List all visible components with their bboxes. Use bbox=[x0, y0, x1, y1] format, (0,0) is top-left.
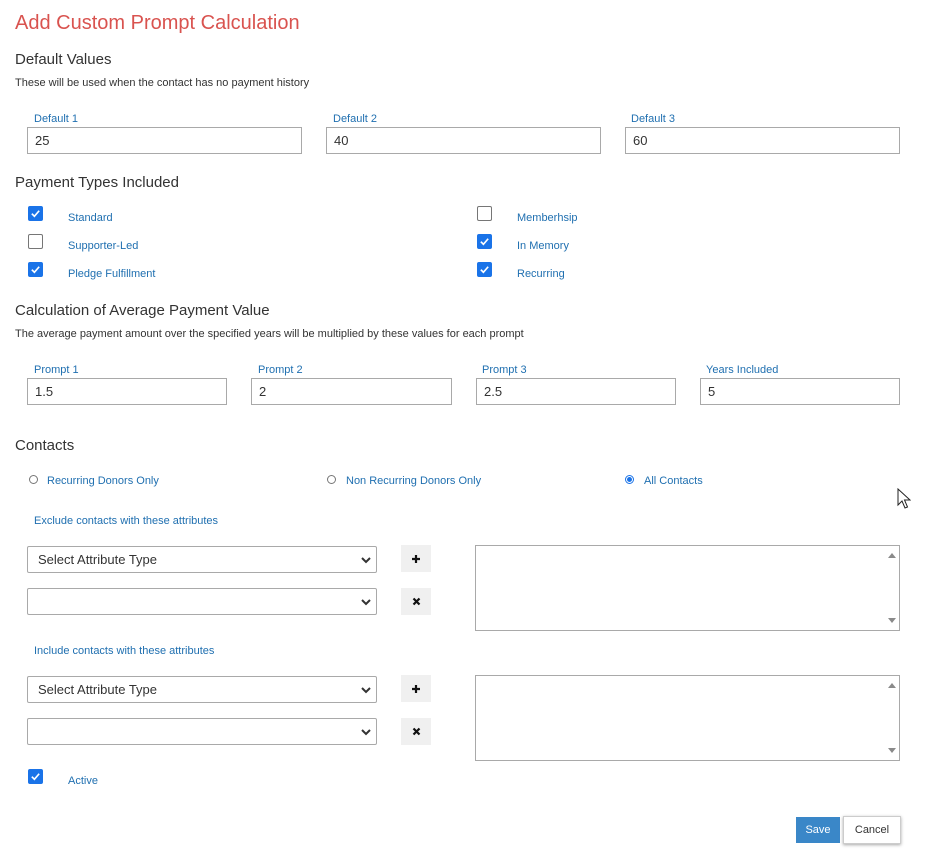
check-icon bbox=[31, 266, 40, 274]
active-checkbox[interactable] bbox=[28, 769, 43, 784]
chevron-down-icon bbox=[361, 599, 371, 606]
in-memory-checkbox[interactable] bbox=[477, 234, 492, 249]
contacts-heading: Contacts bbox=[15, 437, 75, 454]
include-attribute-type-value: Select Attribute Type bbox=[38, 682, 157, 697]
include-attribute-value-select[interactable] bbox=[27, 718, 377, 745]
check-icon bbox=[480, 238, 489, 246]
scroll-up-icon[interactable] bbox=[888, 683, 896, 688]
exclude-attribute-type-select[interactable]: Select Attribute Type bbox=[27, 546, 377, 573]
chevron-down-icon bbox=[361, 729, 371, 736]
active-label: Active bbox=[68, 775, 98, 787]
scroll-down-icon[interactable] bbox=[888, 748, 896, 753]
remove-exclude-attribute-button[interactable] bbox=[401, 588, 431, 615]
chevron-down-icon bbox=[361, 557, 371, 564]
supporter-led-checkbox[interactable] bbox=[28, 234, 43, 249]
default-values-description: These will be used when the contact has … bbox=[15, 77, 310, 89]
default-1-label: Default 1 bbox=[34, 113, 79, 125]
recurring-checkbox[interactable] bbox=[477, 262, 492, 277]
exclude-attributes-label: Exclude contacts with these attributes bbox=[34, 515, 219, 527]
check-icon bbox=[31, 210, 40, 218]
remove-include-attribute-button[interactable] bbox=[401, 718, 431, 745]
plus-icon bbox=[412, 684, 420, 693]
include-attributes-label: Include contacts with these attributes bbox=[34, 645, 215, 657]
scroll-down-icon[interactable] bbox=[888, 618, 896, 623]
in-memory-label: In Memory bbox=[517, 240, 569, 252]
default-2-label: Default 2 bbox=[333, 113, 378, 125]
default-1-input[interactable] bbox=[27, 127, 302, 154]
all-contacts-radio[interactable] bbox=[625, 475, 634, 484]
plus-icon bbox=[412, 554, 420, 563]
prompt-3-input[interactable] bbox=[476, 378, 676, 405]
include-attribute-type-select[interactable]: Select Attribute Type bbox=[27, 676, 377, 703]
pledge-fulfillment-label: Pledge Fulfillment bbox=[68, 268, 156, 280]
all-contacts-label: All Contacts bbox=[644, 475, 703, 487]
add-include-attribute-button[interactable] bbox=[401, 675, 431, 702]
membership-label: Memberhsip bbox=[517, 212, 578, 224]
scroll-up-icon[interactable] bbox=[888, 553, 896, 558]
prompt-1-input[interactable] bbox=[27, 378, 227, 405]
average-payment-description: The average payment amount over the spec… bbox=[15, 328, 524, 340]
prompt-2-label: Prompt 2 bbox=[258, 364, 303, 376]
non-recurring-donors-only-radio[interactable] bbox=[327, 475, 336, 484]
check-icon bbox=[480, 266, 489, 274]
check-icon bbox=[31, 773, 40, 781]
default-2-input[interactable] bbox=[326, 127, 601, 154]
pledge-fulfillment-checkbox[interactable] bbox=[28, 262, 43, 277]
remove-icon bbox=[412, 727, 420, 736]
prompt-1-label: Prompt 1 bbox=[34, 364, 79, 376]
include-attributes-list[interactable] bbox=[475, 675, 900, 761]
exclude-attributes-list[interactable] bbox=[475, 545, 900, 631]
standard-label: Standard bbox=[68, 212, 113, 224]
non-recurring-donors-only-label: Non Recurring Donors Only bbox=[346, 475, 482, 487]
recurring-donors-only-label: Recurring Donors Only bbox=[47, 475, 159, 487]
exclude-attribute-value-select[interactable] bbox=[27, 588, 377, 615]
add-exclude-attribute-button[interactable] bbox=[401, 545, 431, 572]
default-values-heading: Default Values bbox=[15, 51, 112, 68]
standard-checkbox[interactable] bbox=[28, 206, 43, 221]
prompt-2-input[interactable] bbox=[251, 378, 452, 405]
years-included-input[interactable] bbox=[700, 378, 900, 405]
cancel-button[interactable]: Cancel bbox=[843, 816, 901, 844]
default-3-input[interactable] bbox=[625, 127, 900, 154]
default-3-label: Default 3 bbox=[631, 113, 676, 125]
exclude-attribute-type-value: Select Attribute Type bbox=[38, 552, 157, 567]
years-included-label: Years Included bbox=[706, 364, 779, 376]
chevron-down-icon bbox=[361, 687, 371, 694]
payment-types-heading: Payment Types Included bbox=[15, 174, 179, 191]
recurring-donors-only-radio[interactable] bbox=[29, 475, 38, 484]
save-button[interactable]: Save bbox=[796, 817, 840, 843]
prompt-3-label: Prompt 3 bbox=[482, 364, 527, 376]
supporter-led-label: Supporter-Led bbox=[68, 240, 139, 252]
membership-checkbox[interactable] bbox=[477, 206, 492, 221]
remove-icon bbox=[412, 597, 420, 606]
page-title: Add Custom Prompt Calculation bbox=[15, 12, 300, 34]
mouse-cursor-icon bbox=[897, 488, 911, 509]
recurring-label: Recurring bbox=[517, 268, 565, 280]
average-payment-heading: Calculation of Average Payment Value bbox=[15, 302, 270, 319]
